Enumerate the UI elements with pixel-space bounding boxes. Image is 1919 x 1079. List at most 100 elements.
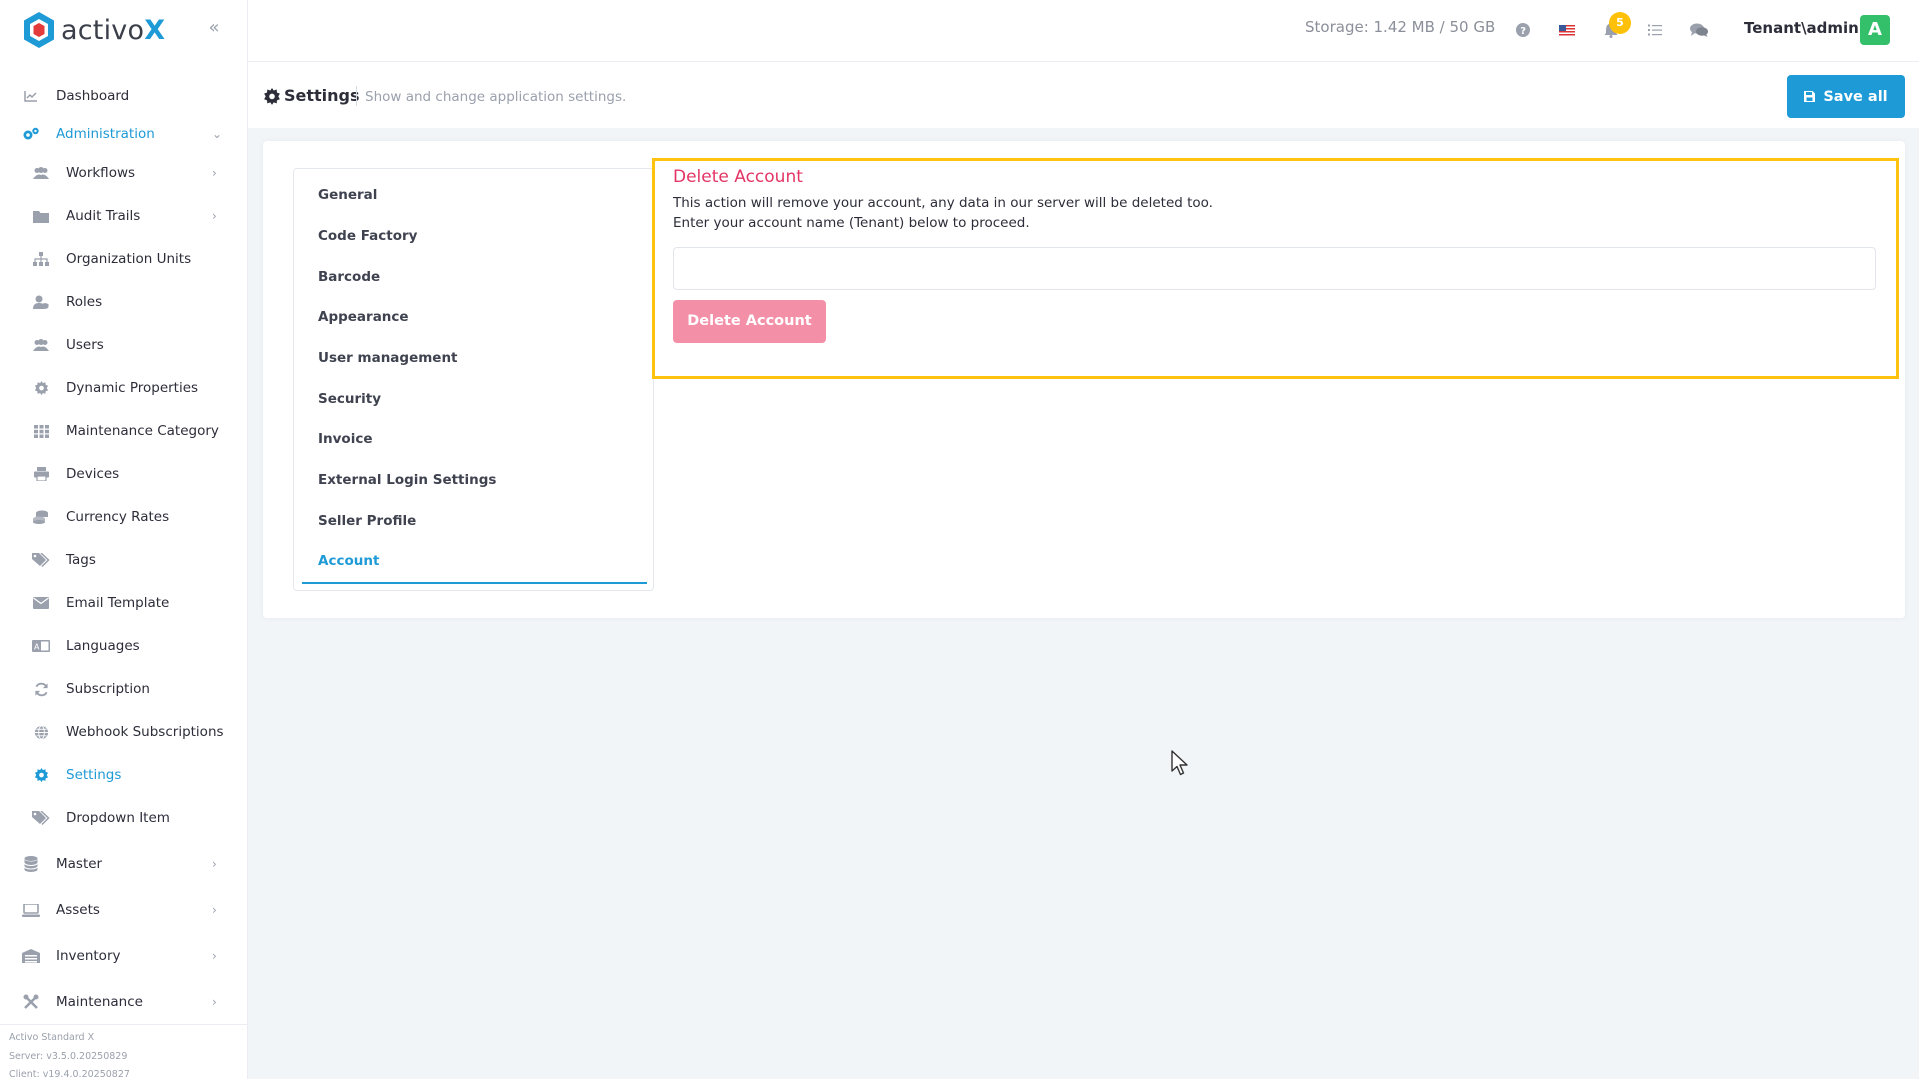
sidebar: activoX « Dashboard Administration ⌄ Wor…	[0, 0, 248, 1079]
storage-usage: Storage: 1.42 MB / 50 GB	[1305, 18, 1496, 36]
chevron-right-icon: ›	[212, 949, 217, 963]
floppy-disk-icon	[1804, 91, 1816, 102]
envelope-icon	[32, 594, 50, 612]
warehouse-icon	[22, 947, 40, 965]
sidebar-item-label: Workflows	[66, 165, 136, 181]
sidebar-item-languages[interactable]: A Languages	[0, 628, 247, 664]
sidebar-item-currency-rates[interactable]: Currency Rates	[0, 499, 247, 535]
sidebar-item-dropdown-item[interactable]: Dropdown Item	[0, 800, 247, 836]
sidebar-footer: Activo Standard X Server: v3.5.0.2025082…	[0, 1024, 247, 1079]
sidebar-item-label: Settings	[66, 767, 122, 783]
server-version: Server: v3.5.0.20250829	[9, 1050, 128, 1062]
chevron-down-icon: ⌄	[212, 127, 223, 141]
tab-code-factory[interactable]: Code Factory	[318, 228, 417, 244]
tags-icon	[32, 809, 50, 827]
page-subheader: Settings Show and change application set…	[248, 62, 1919, 128]
users-icon	[32, 164, 50, 182]
tenant-name-input[interactable]	[673, 247, 1876, 290]
sidebar-item-label: Subscription	[66, 681, 150, 697]
sidebar-item-label: Dropdown Item	[66, 810, 170, 826]
sidebar-item-label: Inventory	[56, 948, 121, 964]
sidebar-item-dashboard[interactable]: Dashboard	[0, 78, 247, 114]
sidebar-item-roles[interactable]: Roles	[0, 284, 247, 320]
sidebar-item-workflows[interactable]: Workflows ›	[0, 155, 247, 191]
sidebar-item-label: Audit Trails	[66, 208, 141, 224]
folder-icon	[32, 207, 50, 225]
tab-account[interactable]: Account	[318, 553, 379, 569]
tab-barcode[interactable]: Barcode	[318, 269, 380, 285]
help-icon[interactable]: ?	[1513, 20, 1533, 40]
sidebar-item-label: Users	[66, 337, 104, 353]
app-logo[interactable]: activoX	[22, 10, 165, 50]
tools-icon	[22, 993, 40, 1011]
client-version: Client: v19.4.0.20250827	[9, 1069, 130, 1079]
sidebar-item-organization-units[interactable]: Organization Units	[0, 241, 247, 277]
tab-external-login-settings[interactable]: External Login Settings	[318, 472, 496, 488]
coins-icon	[32, 508, 50, 526]
sidebar-item-label: Maintenance Category	[66, 423, 219, 439]
title-divider	[356, 86, 357, 106]
sidebar-item-label: Maintenance	[56, 994, 143, 1010]
sidebar-item-webhook-subscriptions[interactable]: Webhook Subscriptions	[0, 714, 247, 750]
sidebar-item-subscription[interactable]: Subscription	[0, 671, 247, 707]
tab-general[interactable]: General	[318, 187, 377, 203]
delete-account-instruction: Enter your account name (Tenant) below t…	[673, 215, 1030, 231]
sidebar-item-inventory[interactable]: Inventory ›	[0, 938, 247, 974]
sitemap-icon	[32, 250, 50, 268]
edition-text: Activo Standard X	[9, 1032, 95, 1043]
sidebar-item-label: Assets	[56, 902, 100, 918]
sidebar-item-email-template[interactable]: Email Template	[0, 585, 247, 621]
avatar[interactable]: A	[1860, 15, 1890, 45]
gear-icon	[264, 88, 280, 105]
database-icon	[22, 855, 40, 873]
user-name[interactable]: Tenant\admin	[1744, 19, 1859, 37]
tab-invoice[interactable]: Invoice	[318, 431, 373, 447]
svg-text:A: A	[34, 643, 40, 652]
chart-line-icon	[22, 87, 40, 105]
us-flag-icon[interactable]	[1557, 20, 1577, 40]
sidebar-item-label: Dynamic Properties	[66, 380, 199, 396]
sidebar-item-tags[interactable]: Tags	[0, 542, 247, 578]
sidebar-item-administration[interactable]: Administration ⌄	[0, 116, 247, 152]
collapse-sidebar-icon[interactable]: «	[204, 18, 224, 38]
sidebar-item-devices[interactable]: Devices	[0, 456, 247, 492]
save-all-button[interactable]: Save all	[1787, 75, 1905, 118]
sidebar-item-maintenance-category[interactable]: Maintenance Category	[0, 413, 247, 449]
sidebar-item-label: Currency Rates	[66, 509, 170, 525]
sidebar-item-settings[interactable]: Settings	[0, 757, 247, 793]
sidebar-item-label: Administration	[56, 126, 155, 142]
notification-badge: 5	[1609, 12, 1631, 34]
delete-account-button[interactable]: Delete Account	[673, 300, 826, 343]
page-title: Settings	[284, 86, 360, 105]
sidebar-item-label: Dashboard	[56, 88, 130, 104]
sidebar-item-master[interactable]: Master ›	[0, 846, 247, 882]
active-tab-indicator	[302, 582, 647, 584]
language-icon: A	[32, 637, 50, 655]
list-icon[interactable]	[1645, 20, 1665, 40]
sidebar-item-label: Tags	[66, 552, 96, 568]
sidebar-item-audit-trails[interactable]: Audit Trails ›	[0, 198, 247, 234]
tab-user-management[interactable]: User management	[318, 350, 458, 366]
tab-security[interactable]: Security	[318, 391, 381, 407]
app-name: activoX	[61, 14, 166, 46]
sidebar-item-label: Webhook Subscriptions	[66, 724, 224, 740]
sidebar-item-dynamic-properties[interactable]: Dynamic Properties	[0, 370, 247, 406]
sidebar-item-maintenance[interactable]: Maintenance ›	[0, 984, 247, 1020]
printer-icon	[32, 465, 50, 483]
sidebar-item-label: Languages	[66, 638, 140, 654]
tab-appearance[interactable]: Appearance	[318, 309, 409, 325]
users-icon	[32, 336, 50, 354]
tab-seller-profile[interactable]: Seller Profile	[318, 513, 416, 529]
sidebar-item-users[interactable]: Users	[0, 327, 247, 363]
settings-tabs: General Code Factory Barcode Appearance …	[293, 168, 654, 591]
chevron-right-icon: ›	[212, 209, 217, 223]
sidebar-item-assets[interactable]: Assets ›	[0, 892, 247, 928]
delete-account-title: Delete Account	[673, 167, 803, 187]
svg-text:?: ?	[1520, 26, 1526, 37]
chevron-right-icon: ›	[212, 995, 217, 1009]
chevron-right-icon: ›	[212, 903, 217, 917]
chevron-right-icon: ›	[212, 166, 217, 180]
sync-icon	[32, 680, 50, 698]
chat-icon[interactable]	[1689, 20, 1709, 40]
activo-logo-icon	[24, 12, 54, 48]
